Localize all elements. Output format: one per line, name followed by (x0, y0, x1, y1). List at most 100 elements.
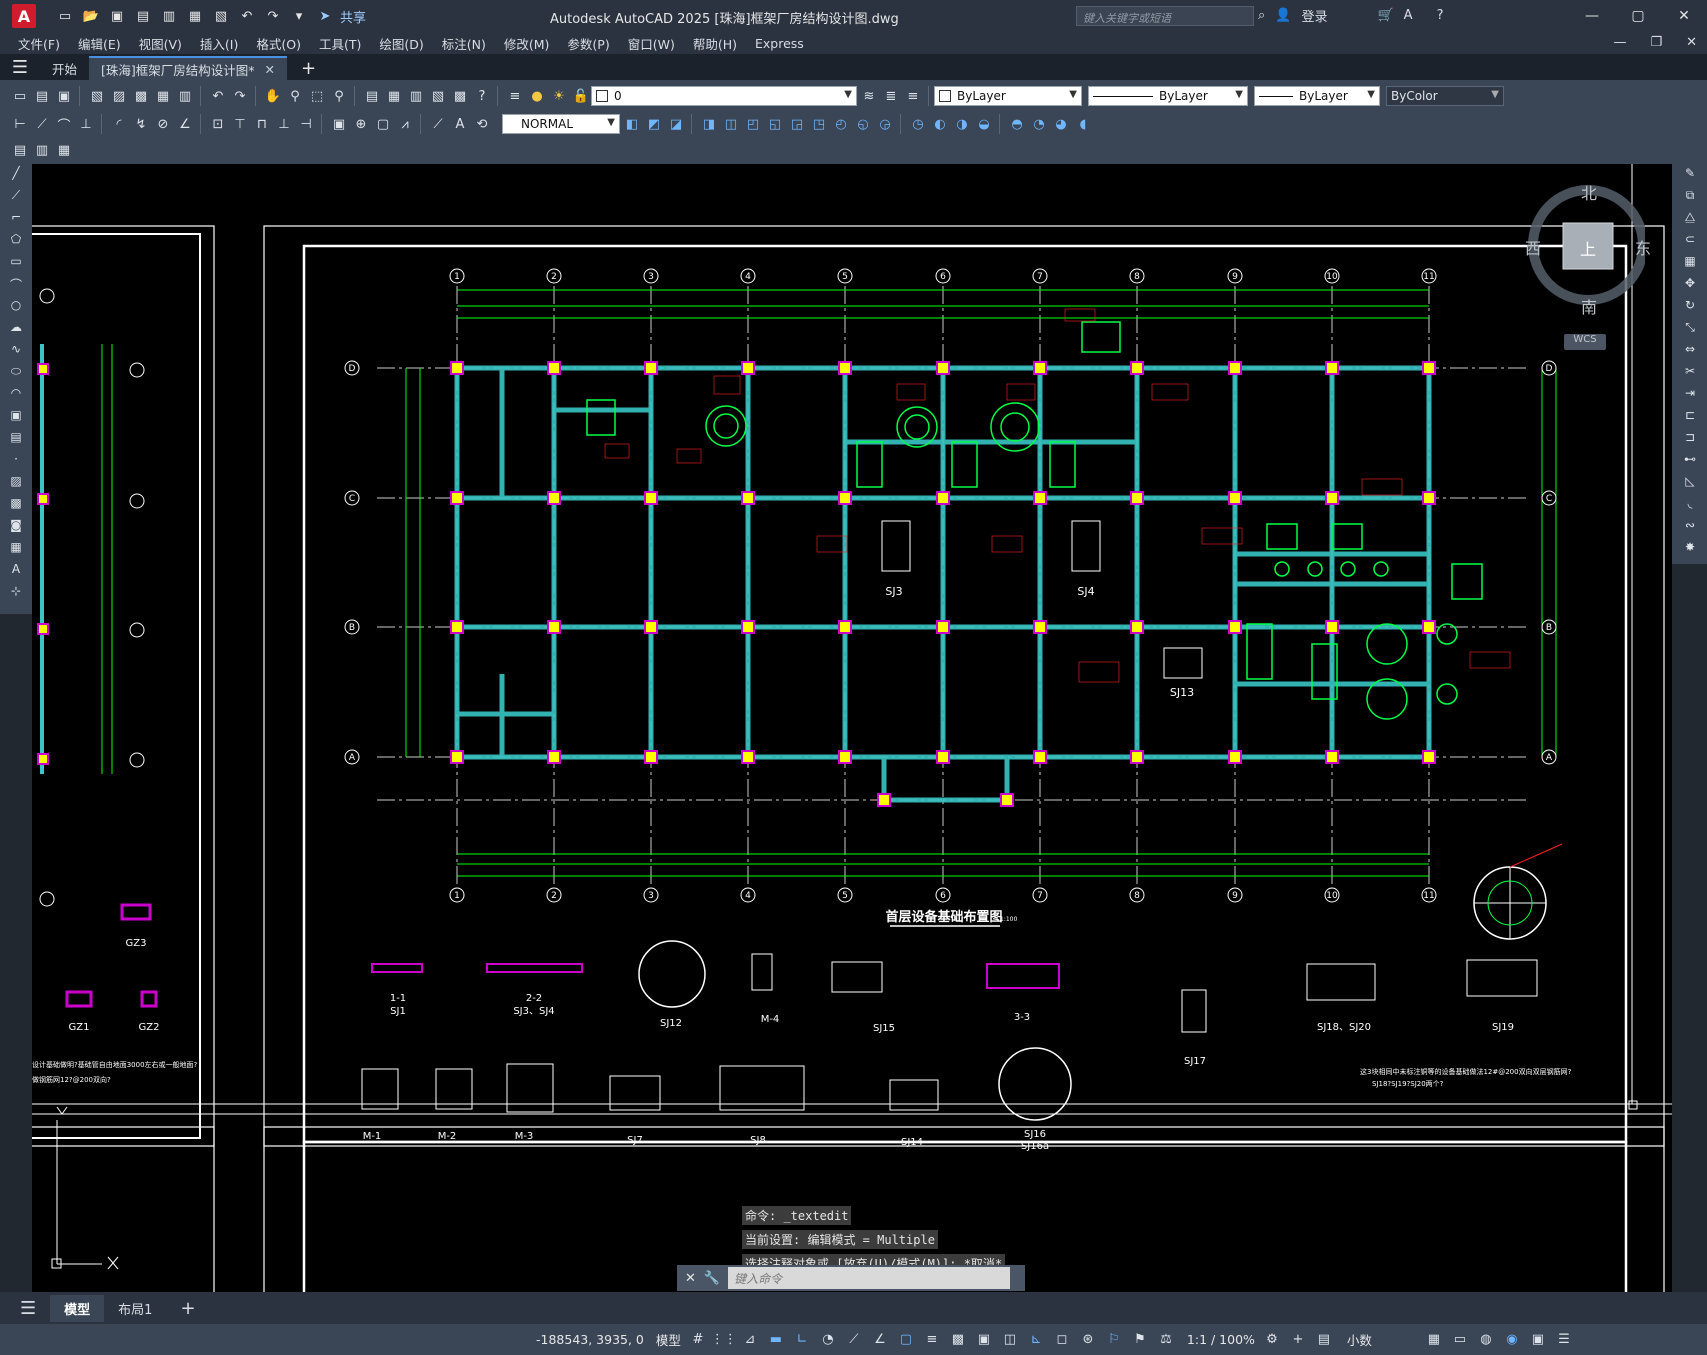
tab-model[interactable]: 模型 (50, 1294, 105, 1322)
ordinate-dim-icon[interactable]: ⊥ (76, 114, 96, 134)
new-icon[interactable]: ▭ (56, 7, 74, 25)
help-icon[interactable]: ? (472, 86, 492, 106)
plot-preview-icon[interactable]: ▨ (109, 86, 129, 106)
point-icon[interactable]: · (6, 452, 26, 472)
design-center-icon[interactable]: ▦ (384, 86, 404, 106)
convert-solid-icon[interactable]: ◕ (1051, 114, 1071, 134)
scale-icon[interactable]: ⤡ (1680, 320, 1700, 340)
viewcube-west[interactable]: 西 (1525, 235, 1541, 259)
coordinates-readout[interactable]: -188543, 3935, 0 (536, 1332, 644, 1347)
doc-restore-icon[interactable]: ❐ (1650, 35, 1662, 50)
doc-close-icon[interactable]: ✕ (1686, 35, 1697, 50)
copy-icon[interactable]: ⧉ (1680, 188, 1700, 208)
sweep-icon[interactable]: ◰ (743, 114, 763, 134)
arc-length-icon[interactable]: ⌒ (54, 114, 74, 134)
open-icon[interactable]: ▤ (32, 86, 52, 106)
dim-update-icon[interactable]: ⟲ (472, 114, 492, 134)
intersect-icon[interactable]: ◵ (853, 114, 873, 134)
rotate-icon[interactable]: ↻ (1680, 298, 1700, 318)
layer-dropdown[interactable]: 0 ▼ (591, 86, 857, 106)
polar-tracking-icon[interactable]: ◔ (819, 1331, 837, 1349)
revision-cloud-icon[interactable]: ☁ (6, 320, 26, 340)
insert-block-icon[interactable]: ▣ (6, 408, 26, 428)
visual-style-dropdown[interactable]: NORMAL ▼ (502, 114, 620, 134)
plot-icon[interactable]: ▧ (87, 86, 107, 106)
linear-dim-icon[interactable]: ⊢ (10, 114, 30, 134)
subtract-icon[interactable]: ◴ (831, 114, 851, 134)
dim-break-icon[interactable]: ⊣ (296, 114, 316, 134)
isodraft-icon[interactable]: ⟋ (845, 1331, 863, 1349)
make-current-layer-icon[interactable]: ≋ (859, 86, 879, 106)
revolve-icon[interactable]: ◱ (765, 114, 785, 134)
new-tab-icon[interactable]: + (301, 56, 316, 80)
center-mark-icon[interactable]: ⊕ (351, 114, 371, 134)
save-as-icon[interactable]: ▤ (134, 7, 152, 25)
lineweight-icon[interactable]: ≡ (923, 1331, 941, 1349)
3d-print-icon[interactable]: ▥ (175, 86, 195, 106)
zoom-previous-icon[interactable]: ⚲ (329, 86, 349, 106)
chamfer-icon[interactable]: ◺ (1680, 474, 1700, 494)
layer-manager-icon[interactable]: ≡ (505, 86, 525, 106)
customize-status-icon[interactable]: ☰ (1555, 1331, 1573, 1349)
snap-icon[interactable]: ⋮⋮ (711, 1331, 737, 1349)
viewcube-east[interactable]: 东 (1635, 235, 1651, 259)
dim-space-icon[interactable]: ⊥ (274, 114, 294, 134)
extrude-icon[interactable]: ◨ (699, 114, 719, 134)
annotation-scale-value[interactable]: 1:1 / 100% (1187, 1332, 1255, 1347)
autodesk-icon[interactable]: A (1404, 8, 1413, 23)
explode-icon[interactable]: ✸ (1680, 540, 1700, 560)
share-button[interactable]: 共享 (340, 7, 366, 26)
infer-constraints-icon[interactable]: ⊿ (741, 1331, 759, 1349)
menu-draw[interactable]: 绘图(D) (379, 34, 423, 53)
region-icon[interactable]: ◙ (6, 518, 26, 538)
clean-screen-icon[interactable]: ▣ (1529, 1331, 1547, 1349)
stretch-icon[interactable]: ⇔ (1680, 342, 1700, 362)
3d-osnap-icon[interactable]: ◫ (1001, 1331, 1019, 1349)
layer-state-icon[interactable]: ≡ (903, 86, 923, 106)
dim-edit-icon[interactable]: ⟋ (428, 114, 448, 134)
command-input[interactable]: 键入命令 (728, 1267, 1011, 1289)
menu-window[interactable]: 窗口(W) (628, 34, 675, 53)
save-icon[interactable]: ▣ (108, 7, 126, 25)
box-icon[interactable]: ◧ (622, 114, 642, 134)
auto-scale-icon[interactable]: ⚑ (1131, 1331, 1149, 1349)
pan-icon[interactable]: ✋ (263, 86, 283, 106)
menu-file[interactable]: 文件(F) (18, 34, 60, 53)
login-button[interactable]: 登录 (1301, 6, 1327, 25)
menu-help[interactable]: 帮助(H) (693, 34, 737, 53)
selection-cycling-icon[interactable]: ▣ (975, 1331, 993, 1349)
open-web-icon[interactable]: ▥ (160, 7, 178, 25)
angular-dim-icon[interactable]: ∠ (175, 114, 195, 134)
write-block-icon[interactable]: ▦ (54, 140, 74, 160)
zoom-realtime-icon[interactable]: ⚲ (285, 86, 305, 106)
aligned-dim-icon[interactable]: ⟋ (32, 114, 52, 134)
cart-icon[interactable]: 🛒 (1377, 8, 1393, 23)
table-icon[interactable]: ▦ (6, 540, 26, 560)
menu-dimension[interactable]: 标注(N) (442, 34, 486, 53)
plotstyle-dropdown[interactable]: ByColor ▼ (1386, 86, 1504, 106)
thicken-icon[interactable]: ◖ (1073, 114, 1093, 134)
drawing-canvas[interactable]: 1 2 3 4 5 6 7 8 9 10 11 1 2 3 4 5 6 7 8 … (32, 164, 1672, 1292)
grid-icon[interactable]: # (689, 1331, 707, 1349)
menu-edit[interactable]: 编辑(E) (78, 34, 121, 53)
fillet-icon[interactable]: ◟ (1680, 496, 1700, 516)
annotation-monitor-icon[interactable]: + (1289, 1331, 1307, 1349)
cone-icon[interactable]: ◪ (666, 114, 686, 134)
qat-menu-icon[interactable]: ▾ (290, 7, 308, 25)
wedge-icon[interactable]: ◩ (644, 114, 664, 134)
tab-layout1[interactable]: 布局1 (104, 1295, 166, 1322)
object-snap-tracking-icon[interactable]: ∠ (871, 1331, 889, 1349)
flatshot-icon[interactable]: ◔ (1029, 114, 1049, 134)
continue-dim-icon[interactable]: ⊓ (252, 114, 272, 134)
hatch-icon[interactable]: ▨ (6, 474, 26, 494)
line-icon[interactable]: ╱ (6, 166, 26, 186)
viewcube-south[interactable]: 南 (1581, 294, 1597, 318)
close-tab-icon[interactable]: ✕ (265, 62, 275, 77)
annotation-visibility-icon[interactable]: ⚐ (1105, 1331, 1123, 1349)
menu-view[interactable]: 视图(V) (139, 34, 182, 53)
annotation-scale-icon[interactable]: ⚖ (1157, 1331, 1175, 1349)
dynamic-ucs-icon[interactable]: ⊾ (1027, 1331, 1045, 1349)
quick-dim-icon[interactable]: ⊡ (208, 114, 228, 134)
layer-lock-icon[interactable]: 🔓 (571, 86, 591, 106)
save-icon[interactable]: ▣ (54, 86, 74, 106)
